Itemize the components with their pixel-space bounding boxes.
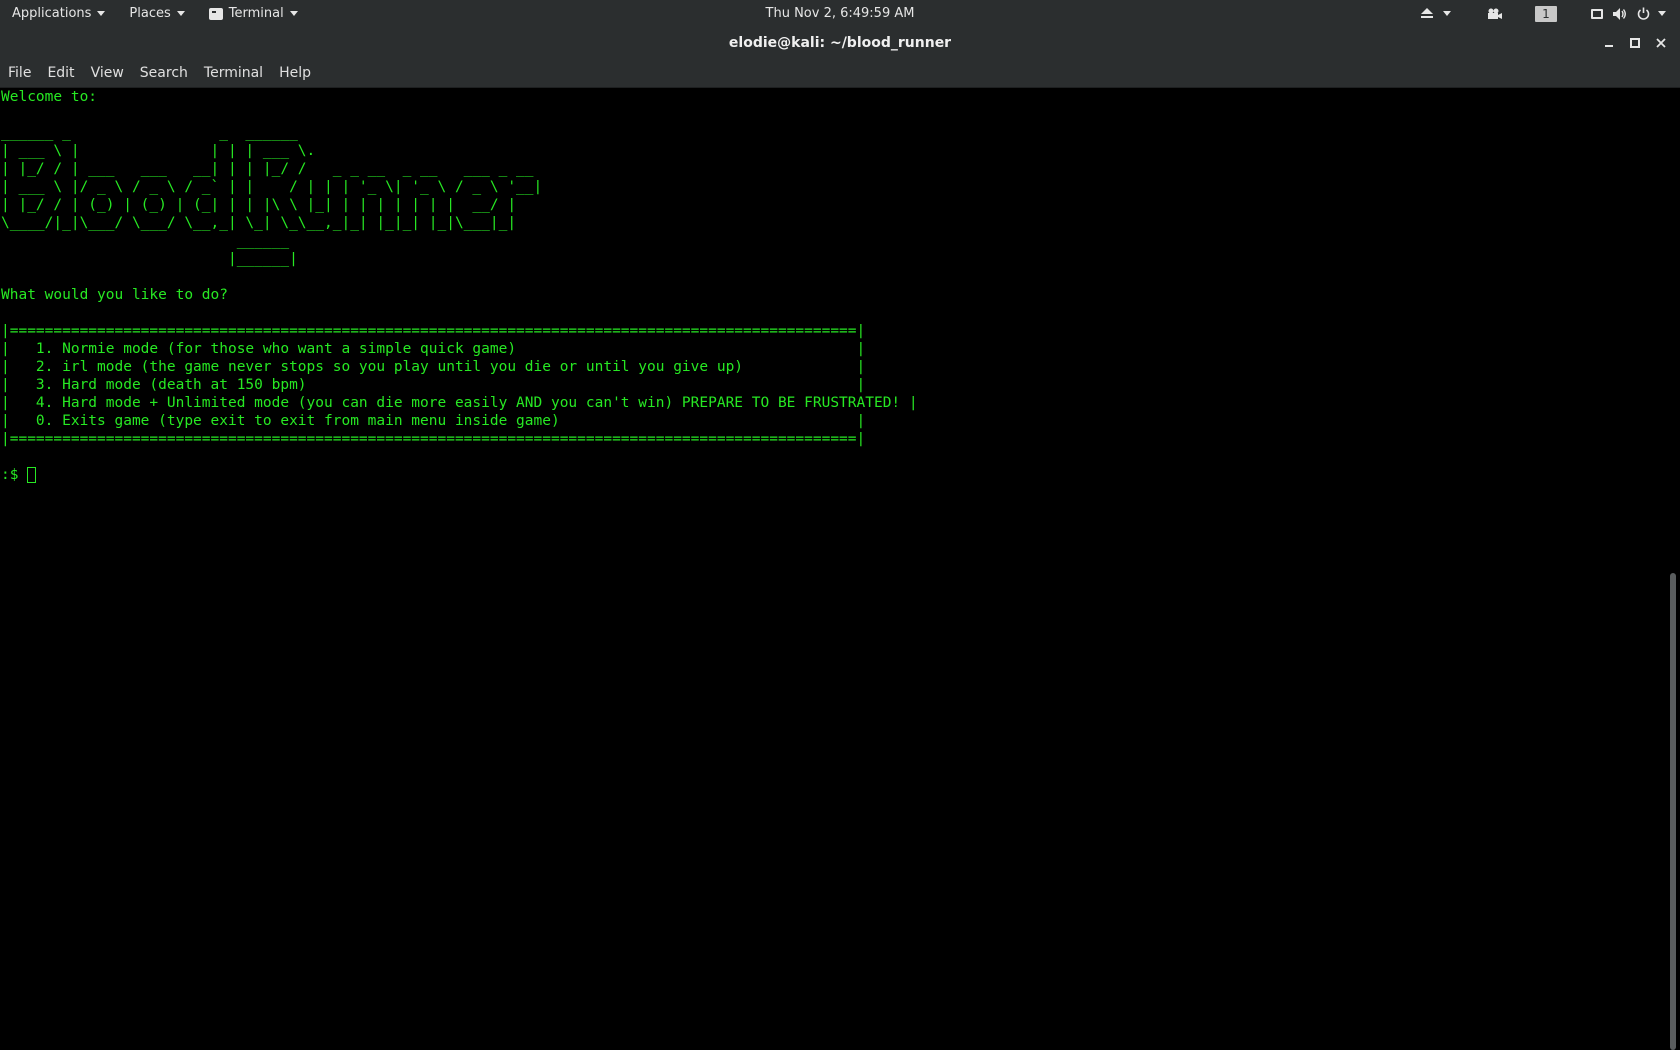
prompt-line[interactable]: :$ <box>0 466 1664 484</box>
power-icon <box>1637 7 1650 20</box>
chevron-down-icon <box>97 11 106 16</box>
ascii-banner-line: \____/|_|\___/ \___/ \__,_| \_| \_\__,_|… <box>1 215 517 231</box>
ascii-banner-line: | ___ \ | | | | ___ \. <box>1 143 316 159</box>
menu-border-bottom: |=======================================… <box>1 431 866 447</box>
menu-edit[interactable]: Edit <box>39 59 82 87</box>
terminal-app-menu[interactable]: Terminal <box>197 0 310 27</box>
menu-help[interactable]: Help <box>271 59 319 87</box>
welcome-line: Welcome to: <box>1 89 98 105</box>
menu-border-top: |=======================================… <box>1 323 866 339</box>
chevron-down-icon <box>1443 11 1451 16</box>
top-bar-left: Applications Places Terminal <box>0 0 310 27</box>
terminal-menu-bar: File Edit View Search Terminal Help <box>0 59 1680 88</box>
maximize-button[interactable] <box>1622 27 1648 59</box>
menu-search[interactable]: Search <box>132 59 196 87</box>
ascii-banner-line: ______ <box>1 233 290 249</box>
system-tray: 1 <box>1415 0 1672 27</box>
close-icon <box>1656 38 1666 48</box>
volume-icon <box>1613 7 1626 20</box>
minimize-icon <box>1605 45 1613 47</box>
menu-file[interactable]: File <box>0 59 39 87</box>
places-menu[interactable]: Places <box>117 0 196 27</box>
display-icon <box>1591 8 1603 19</box>
maximize-icon <box>1630 38 1640 48</box>
removable-drive-menu[interactable] <box>1415 0 1457 27</box>
terminal-scrollbar[interactable] <box>1664 88 1680 1050</box>
prompt-symbol: :$ <box>1 467 19 483</box>
ascii-banner-line: | |_/ / | (_) | (_) | (_| | | |\ \ |_| |… <box>1 197 517 213</box>
applications-menu-label: Applications <box>12 6 92 21</box>
terminal-icon <box>208 7 223 20</box>
video-camera-icon <box>1488 8 1502 19</box>
ascii-banner-line: ______ _ _ ______ <box>1 125 298 141</box>
chevron-down-icon <box>289 11 298 16</box>
system-menu[interactable] <box>1585 0 1672 27</box>
ascii-banner-line: |______| <box>1 251 298 267</box>
terminal-output[interactable]: Welcome to: ______ _ _ ______ | ___ \ | … <box>0 88 1664 1050</box>
menu-option-normie: | 1. Normie mode (for those who want a s… <box>1 341 866 357</box>
terminal-app-menu-label: Terminal <box>228 6 284 21</box>
menu-option-hard-unlimited: | 4. Hard mode + Unlimited mode (you can… <box>1 395 918 411</box>
chevron-down-icon <box>176 11 185 16</box>
chevron-down-icon <box>1658 11 1666 16</box>
scrollbar-thumb[interactable] <box>1670 573 1676 1050</box>
menu-terminal[interactable]: Terminal <box>196 59 271 87</box>
places-menu-label: Places <box>129 6 171 21</box>
ascii-banner-line: | ___ \ |/ _ \ / _ \ / _` | | / | | | '_… <box>1 179 543 195</box>
eject-icon <box>1421 8 1433 19</box>
menu-view[interactable]: View <box>83 59 132 87</box>
workspace-indicator[interactable]: 1 <box>1529 0 1563 27</box>
workspace-number: 1 <box>1535 5 1557 22</box>
menu-option-exit: | 0. Exits game (type exit to exit from … <box>1 413 866 429</box>
close-button[interactable] <box>1648 27 1674 59</box>
gnome-top-bar: Applications Places Terminal Thu Nov 2, … <box>0 0 1680 27</box>
window-title-bar[interactable]: elodie@kali: ~/blood_runner <box>0 27 1680 59</box>
window-controls <box>1596 27 1674 59</box>
question-line: What would you like to do? <box>1 287 228 303</box>
window-title: elodie@kali: ~/blood_runner <box>728 35 952 51</box>
minimize-button[interactable] <box>1596 27 1622 59</box>
video-camera-indicator[interactable] <box>1481 0 1509 27</box>
text-cursor <box>27 467 37 483</box>
applications-menu[interactable]: Applications <box>0 0 117 27</box>
ascii-banner-line: | |_/ / | ___ ___ __| | | |_/ / _ _ __ _… <box>1 161 534 177</box>
menu-option-irl: | 2. irl mode (the game never stops so y… <box>1 359 866 375</box>
menu-option-hard: | 3. Hard mode (death at 150 bpm) | <box>1 377 866 393</box>
